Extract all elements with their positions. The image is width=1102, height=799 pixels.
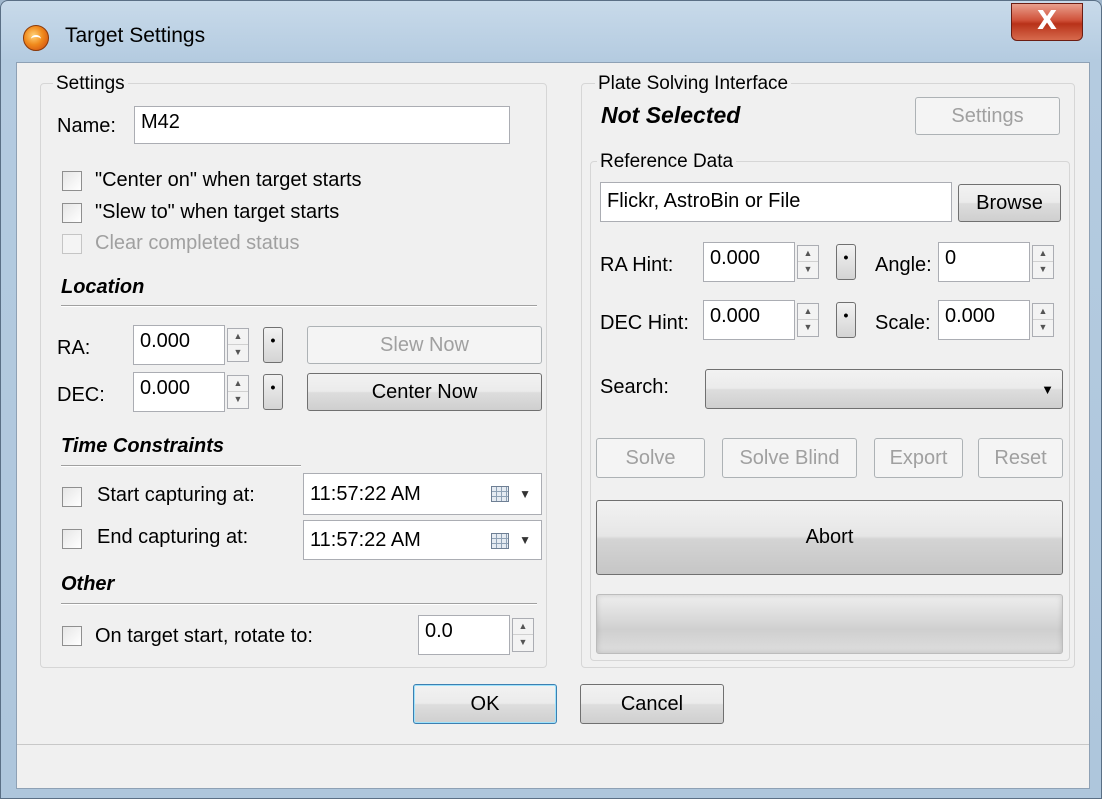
close-button[interactable]: X — [1011, 3, 1083, 41]
name-label: Name: — [57, 115, 116, 137]
start-capturing-checkbox[interactable] — [62, 487, 82, 507]
plate-settings-button[interactable]: Settings — [915, 97, 1060, 135]
spin-down-icon[interactable] — [798, 262, 818, 278]
spin-down-icon[interactable] — [798, 320, 818, 336]
start-capturing-label: Start capturing at: — [97, 484, 255, 506]
calendar-icon[interactable] — [491, 533, 509, 549]
ra-hint-dot-button[interactable]: • — [836, 244, 856, 280]
rotate-input[interactable]: 0.0 — [418, 615, 510, 655]
target-settings-window: Target Settings X Settings Name: M42 "Ce… — [0, 0, 1102, 799]
start-time-picker[interactable]: 11:57:22 AM ▼ — [303, 473, 542, 515]
ra-input[interactable]: 0.000 — [133, 325, 225, 365]
center-on-label: "Center on" when target starts — [95, 169, 362, 191]
ok-button[interactable]: OK — [413, 684, 557, 724]
dec-hint-input[interactable]: 0.000 — [703, 300, 795, 340]
dec-spinner[interactable] — [227, 375, 249, 409]
end-capturing-label: End capturing at: — [97, 526, 249, 548]
abort-button[interactable]: Abort — [596, 500, 1063, 575]
spin-down-icon[interactable] — [1033, 262, 1053, 278]
spin-up-icon[interactable] — [228, 329, 248, 345]
time-constraints-heading: Time Constraints — [61, 435, 224, 457]
ra-label: RA: — [57, 337, 91, 359]
spin-up-icon[interactable] — [1033, 246, 1053, 262]
dec-label: DEC: — [57, 384, 105, 406]
dialog-client-area: Settings Name: M42 "Center on" when targ… — [16, 62, 1090, 789]
slew-now-button[interactable]: Slew Now — [307, 326, 542, 364]
time-divider-left — [61, 465, 301, 467]
cancel-button[interactable]: Cancel — [580, 684, 724, 724]
end-capturing-checkbox[interactable] — [62, 529, 82, 549]
dec-hint-spinner[interactable] — [797, 303, 819, 337]
dec-hint-dot-button[interactable]: • — [836, 302, 856, 338]
location-heading: Location — [61, 276, 145, 298]
dec-dot-button[interactable]: • — [263, 374, 283, 410]
reference-source-input[interactable]: Flickr, AstroBin or File — [600, 182, 952, 222]
spin-up-icon[interactable] — [228, 376, 248, 392]
spin-down-icon[interactable] — [1033, 320, 1053, 336]
ra-hint-spinner[interactable] — [797, 245, 819, 279]
ra-dot-button[interactable]: • — [263, 327, 283, 363]
spin-up-icon[interactable] — [798, 304, 818, 320]
spin-down-icon[interactable] — [228, 345, 248, 361]
location-divider — [61, 305, 537, 307]
scale-spinner[interactable] — [1032, 303, 1054, 337]
plate-solving-legend: Plate Solving Interface — [595, 73, 792, 95]
spin-up-icon[interactable] — [513, 619, 533, 635]
search-label: Search: — [600, 376, 669, 398]
settings-legend: Settings — [53, 73, 128, 95]
export-button[interactable]: Export — [874, 438, 963, 478]
center-on-checkbox[interactable] — [62, 171, 82, 191]
rotate-checkbox[interactable] — [62, 626, 82, 646]
clear-completed-label: Clear completed status — [95, 232, 300, 254]
spin-up-icon[interactable] — [1033, 304, 1053, 320]
chevron-down-icon[interactable]: ▼ — [519, 487, 531, 501]
title-bar[interactable]: Target Settings X — [1, 1, 1101, 63]
rotate-spinner[interactable] — [512, 618, 534, 652]
angle-label: Angle: — [875, 254, 932, 276]
ra-hint-label: RA Hint: — [600, 254, 674, 276]
ra-spinner[interactable] — [227, 328, 249, 362]
chevron-down-icon[interactable]: ▼ — [1041, 382, 1054, 397]
angle-spinner[interactable] — [1032, 245, 1054, 279]
end-time-picker[interactable]: 11:57:22 AM ▼ — [303, 520, 542, 560]
chevron-down-icon[interactable]: ▼ — [519, 533, 531, 547]
scale-label: Scale: — [875, 312, 931, 334]
start-time-value: 11:57:22 AM — [310, 483, 421, 505]
spin-down-icon[interactable] — [228, 392, 248, 408]
reference-data-legend: Reference Data — [597, 151, 737, 173]
rotate-label: On target start, rotate to: — [95, 625, 313, 647]
reset-button[interactable]: Reset — [978, 438, 1063, 478]
solve-progress-bar — [596, 594, 1063, 654]
reference-data-group — [590, 161, 1070, 661]
angle-input[interactable]: 0 — [938, 242, 1030, 282]
plate-solver-status: Not Selected — [601, 102, 741, 128]
status-bar — [17, 744, 1089, 788]
dec-hint-label: DEC Hint: — [600, 312, 689, 334]
spin-down-icon[interactable] — [513, 635, 533, 651]
slew-to-checkbox[interactable] — [62, 203, 82, 223]
center-now-button[interactable]: Center Now — [307, 373, 542, 411]
calendar-icon[interactable] — [491, 486, 509, 502]
browse-button[interactable]: Browse — [958, 184, 1061, 222]
end-time-value: 11:57:22 AM — [310, 529, 421, 551]
ra-hint-input[interactable]: 0.000 — [703, 242, 795, 282]
search-dropdown[interactable]: ▼ — [705, 369, 1063, 409]
scale-input[interactable]: 0.000 — [938, 300, 1030, 340]
slew-to-label: "Slew to" when target starts — [95, 201, 340, 223]
solve-blind-button[interactable]: Solve Blind — [722, 438, 857, 478]
other-heading: Other — [61, 573, 115, 595]
clear-completed-checkbox[interactable] — [62, 234, 82, 254]
other-divider — [61, 603, 537, 605]
name-input[interactable]: M42 — [134, 106, 510, 144]
sun-icon — [23, 25, 49, 51]
window-title: Target Settings — [65, 24, 206, 47]
spin-up-icon[interactable] — [798, 246, 818, 262]
dec-input[interactable]: 0.000 — [133, 372, 225, 412]
solve-button[interactable]: Solve — [596, 438, 705, 478]
